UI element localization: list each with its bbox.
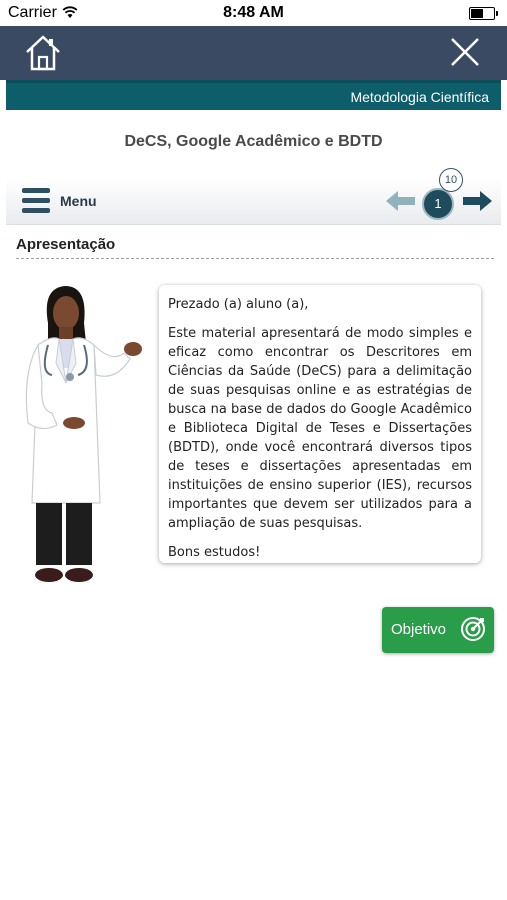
section-divider [16, 258, 494, 259]
arrow-left-icon[interactable] [386, 190, 416, 212]
course-name: Metodologia Científica [350, 89, 489, 105]
current-page-indicator: 1 [422, 188, 454, 220]
home-icon[interactable] [22, 32, 64, 74]
page-title: DeCS, Google Acadêmico e BDTD [124, 133, 383, 150]
message-bubble: Prezado (a) aluno (a), Este material apr… [159, 285, 481, 563]
objective-button[interactable]: Objetivo [382, 607, 494, 653]
battery-icon [469, 7, 498, 20]
status-bar: Carrier 8:48 AM [0, 0, 507, 26]
menu-icon[interactable] [22, 188, 50, 214]
menu-button[interactable]: Menu [60, 193, 97, 209]
message-greeting: Prezado (a) aluno (a), [168, 297, 309, 312]
message-body: Este material apresentará de modo simple… [168, 326, 472, 531]
objective-label: Objetivo [391, 621, 447, 638]
navigation-bar: Menu 1 10 [6, 168, 501, 225]
target-icon [461, 617, 485, 641]
status-time: 8:48 AM [223, 4, 284, 21]
close-icon[interactable] [449, 36, 481, 68]
doctor-illustration [25, 286, 142, 582]
total-pages-badge: 10 [439, 168, 463, 192]
course-bar: Metodologia Científica [6, 80, 501, 110]
app-header [0, 26, 507, 80]
arrow-right-icon[interactable] [462, 190, 492, 212]
message-closing: Bons estudos! [168, 545, 261, 560]
section-title: Apresentação [16, 236, 116, 253]
